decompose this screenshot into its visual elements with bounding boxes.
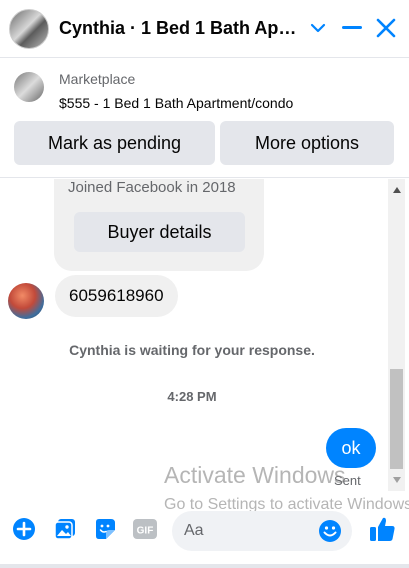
waiting-notice: Cynthia is waiting for your response. <box>69 342 315 358</box>
timestamp: 4:28 PM <box>167 389 217 404</box>
mark-as-pending-button[interactable]: Mark as pending <box>14 121 215 165</box>
scroll-down-arrow-icon[interactable] <box>388 473 405 487</box>
activation-watermark-title: Activate Windows <box>164 462 346 488</box>
photo-icon[interactable] <box>52 516 78 542</box>
buyer-details-button[interactable]: Buyer details <box>74 212 245 252</box>
joined-text: Joined Facebook in 2018 <box>68 179 236 196</box>
svg-text:GIF: GIF <box>137 526 154 537</box>
chevron-down-icon[interactable] <box>304 14 332 42</box>
message-list: Joined Facebook in 2018 Buyer details 60… <box>0 179 409 491</box>
avatar[interactable] <box>9 9 49 49</box>
more-options-button[interactable]: More options <box>220 121 394 165</box>
scroll-up-arrow-icon[interactable] <box>388 183 405 197</box>
scrollbar[interactable] <box>388 179 405 491</box>
scrollbar-thumb[interactable] <box>390 369 403 469</box>
window-bottom-edge <box>0 564 409 568</box>
sticker-icon[interactable] <box>92 516 118 542</box>
message-input-placeholder: Aa <box>184 522 204 539</box>
marketplace-card: Marketplace $555 - 1 Bed 1 Bath Apartmen… <box>0 58 409 178</box>
emoji-icon[interactable] <box>318 519 342 543</box>
message-input[interactable]: Aa <box>172 511 352 551</box>
listing-title[interactable]: $555 - 1 Bed 1 Bath Apartment/condo <box>59 95 293 111</box>
marketplace-label: Marketplace <box>59 71 136 87</box>
minimize-icon[interactable] <box>338 14 366 42</box>
close-icon[interactable] <box>372 14 400 42</box>
sender-avatar[interactable] <box>8 283 44 319</box>
conversation-title[interactable]: Cynthia · 1 Bed 1 Bath Apa... <box>59 18 303 39</box>
plus-icon[interactable] <box>11 516 37 542</box>
gif-icon[interactable]: GIF <box>132 516 158 542</box>
message-bubble: 6059618960 <box>55 275 178 317</box>
listing-thumbnail[interactable] <box>14 72 44 102</box>
chat-header: Cynthia · 1 Bed 1 Bath Apa... <box>0 0 409 58</box>
like-icon[interactable] <box>368 514 396 544</box>
message-composer: GIF Aa <box>0 508 409 554</box>
